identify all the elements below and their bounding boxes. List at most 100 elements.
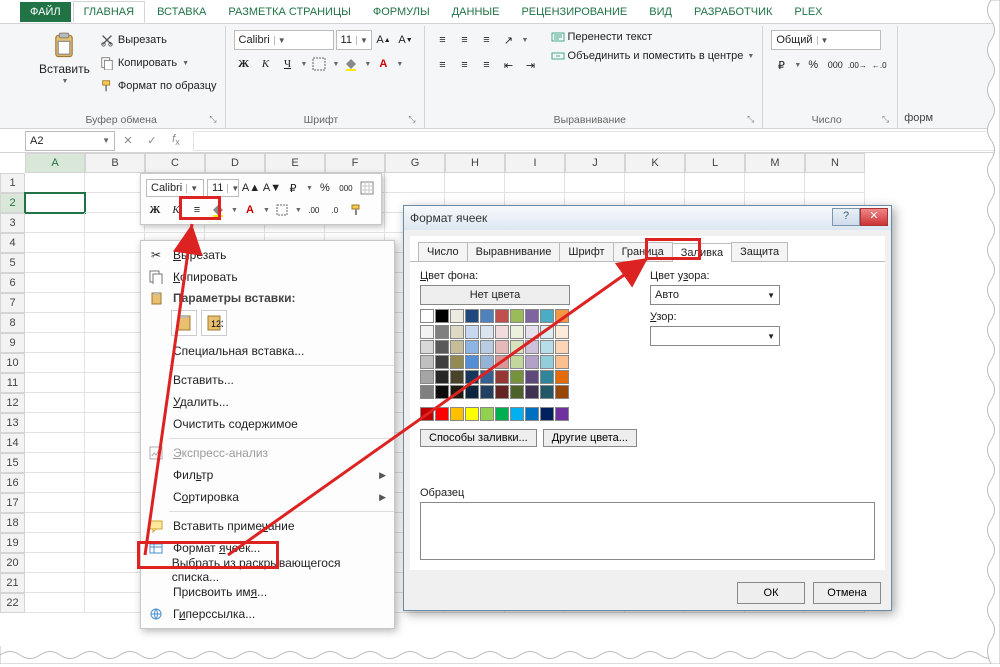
underline-button[interactable]: Ч (278, 54, 298, 74)
ctx-paste-special[interactable]: Специальная вставка... (141, 340, 394, 362)
cell-N1[interactable] (805, 173, 865, 193)
borders-button[interactable] (309, 54, 329, 74)
row-header-16[interactable]: 16 (0, 473, 25, 493)
number-format-combo[interactable]: Общий▼ (771, 30, 881, 50)
mini-dec-dec-icon[interactable]: .0 (326, 201, 344, 219)
color-swatch[interactable] (450, 407, 464, 421)
cell-B2[interactable] (85, 193, 145, 213)
color-swatch[interactable] (465, 325, 479, 339)
col-header-G[interactable]: G (385, 153, 445, 173)
dlg-tab-border[interactable]: Граница (613, 242, 673, 261)
mini-borders-button[interactable] (273, 201, 291, 219)
color-swatch[interactable] (510, 340, 524, 354)
ctx-cut[interactable]: ✂Вырезать (141, 244, 394, 266)
col-header-H[interactable]: H (445, 153, 505, 173)
color-swatch[interactable] (540, 355, 554, 369)
cell-A22[interactable] (25, 593, 85, 613)
color-swatch[interactable] (465, 370, 479, 384)
mini-grow-font-icon[interactable]: A▲ (242, 179, 260, 197)
mini-font-combo[interactable]: Calibri▼ (146, 179, 204, 197)
cell-B4[interactable] (85, 233, 145, 253)
mini-size-combo[interactable]: 11▼ (207, 179, 239, 197)
tab-data[interactable]: ДАННЫЕ (442, 2, 510, 22)
align-bottom-icon[interactable]: ≡ (477, 30, 497, 50)
color-swatch[interactable] (525, 355, 539, 369)
row-header-14[interactable]: 14 (0, 433, 25, 453)
mini-align-icon[interactable]: ≡ (188, 201, 206, 219)
col-header-D[interactable]: D (205, 153, 265, 173)
mini-bold-button[interactable]: Ж (146, 201, 164, 219)
row-header-21[interactable]: 21 (0, 573, 25, 593)
cell-G1[interactable] (385, 173, 445, 193)
color-swatch[interactable] (420, 355, 434, 369)
align-left-icon[interactable]: ≡ (433, 55, 453, 75)
cell-A12[interactable] (25, 393, 85, 413)
color-swatch[interactable] (555, 355, 569, 369)
color-swatch[interactable] (450, 340, 464, 354)
row-header-11[interactable]: 11 (0, 373, 25, 393)
color-swatch[interactable] (540, 370, 554, 384)
formula-input[interactable] (193, 131, 1000, 151)
paste-option-default[interactable] (171, 310, 197, 336)
row-header-20[interactable]: 20 (0, 553, 25, 573)
dialog-close-button[interactable]: ✕ (860, 208, 888, 226)
color-swatch[interactable] (450, 385, 464, 399)
tab-plex[interactable]: PLEX (784, 2, 832, 22)
cell-A19[interactable] (25, 533, 85, 553)
font-color-button[interactable]: A (373, 54, 393, 74)
orientation-icon[interactable]: ↗ (499, 30, 519, 50)
color-swatch[interactable] (495, 407, 509, 421)
cell-B6[interactable] (85, 273, 145, 293)
color-swatch[interactable] (540, 325, 554, 339)
color-swatch[interactable] (435, 355, 449, 369)
cell-B16[interactable] (85, 473, 145, 493)
color-swatch[interactable] (480, 325, 494, 339)
mini-percent-icon[interactable]: % (316, 179, 334, 197)
cell-J1[interactable] (565, 173, 625, 193)
col-header-J[interactable]: J (565, 153, 625, 173)
dlg-tab-protect[interactable]: Защита (731, 242, 788, 261)
cell-B18[interactable] (85, 513, 145, 533)
fill-color-button[interactable] (341, 54, 361, 74)
color-swatch[interactable] (510, 355, 524, 369)
color-swatch[interactable] (465, 340, 479, 354)
mini-font-color-button[interactable]: A (241, 201, 259, 219)
dec-decimal-icon[interactable]: ←.0 (869, 55, 889, 75)
color-swatch[interactable] (435, 309, 449, 323)
ctx-filter[interactable]: Фильтр▶ (141, 464, 394, 486)
row-header-17[interactable]: 17 (0, 493, 25, 513)
percent-icon[interactable]: % (803, 55, 823, 75)
col-header-C[interactable]: C (145, 153, 205, 173)
color-swatch[interactable] (435, 407, 449, 421)
color-swatch[interactable] (525, 385, 539, 399)
cell-B14[interactable] (85, 433, 145, 453)
row-header-1[interactable]: 1 (0, 173, 25, 193)
cell-A17[interactable] (25, 493, 85, 513)
color-swatch[interactable] (465, 407, 479, 421)
color-swatch[interactable] (525, 370, 539, 384)
ctx-copy[interactable]: Копировать (141, 266, 394, 288)
col-header-N[interactable]: N (805, 153, 865, 173)
accounting-icon[interactable]: ₽ (771, 55, 791, 75)
ctx-sort[interactable]: Сортировка▶ (141, 486, 394, 508)
color-swatch[interactable] (420, 340, 434, 354)
col-header-B[interactable]: B (85, 153, 145, 173)
tab-home[interactable]: ГЛАВНАЯ (73, 1, 145, 23)
row-header-2[interactable]: 2 (0, 193, 25, 213)
pattern-color-select[interactable]: Авто▼ (650, 285, 780, 305)
cell-B20[interactable] (85, 553, 145, 573)
dialog-titlebar[interactable]: Формат ячеек ? ✕ (404, 206, 891, 230)
color-swatch[interactable] (480, 370, 494, 384)
color-swatch[interactable] (465, 355, 479, 369)
color-swatch[interactable] (480, 309, 494, 323)
cell-A8[interactable] (25, 313, 85, 333)
cell-A6[interactable] (25, 273, 85, 293)
cell-B7[interactable] (85, 293, 145, 313)
align-center-icon[interactable]: ≡ (455, 55, 475, 75)
italic-button[interactable]: К (256, 54, 276, 74)
color-swatch[interactable] (480, 355, 494, 369)
cell-B21[interactable] (85, 573, 145, 593)
color-swatch[interactable] (540, 385, 554, 399)
color-swatch[interactable] (510, 325, 524, 339)
row-header-12[interactable]: 12 (0, 393, 25, 413)
